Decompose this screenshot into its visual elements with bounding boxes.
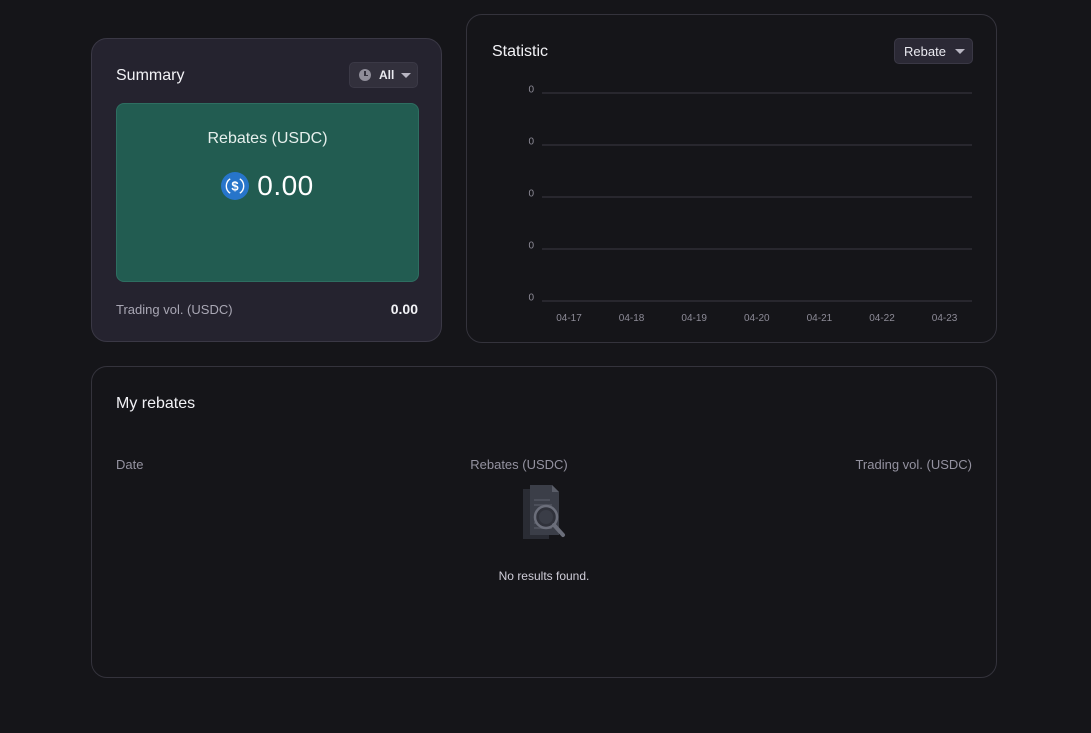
empty-state-text: No results found.: [498, 569, 590, 583]
statistic-chart: 0 0 0 0 0 04-17 04-18 04-19 04-20 04-21 04-22 04-23: [528, 85, 972, 324]
summary-title: Summary: [116, 67, 185, 84]
rebates-highlight-panel: Rebates (USDC) $ 0.00: [116, 103, 419, 282]
chart-y-tick-label: 0: [528, 293, 534, 304]
chart-x-tick-label: 04-23: [932, 313, 958, 324]
chart-y-tick-label: 0: [528, 85, 534, 96]
my-rebates-card: My rebates Date Rebates (USDC) Trading v…: [91, 366, 997, 678]
chart-x-tick-label: 04-22: [869, 313, 895, 324]
chart-x-tick-label: 04-19: [681, 313, 707, 324]
trading-volume-row: Trading vol. (USDC) 0.00: [116, 301, 418, 317]
rebates-amount: 0.00: [257, 170, 314, 201]
chevron-down-icon: [401, 72, 412, 78]
empty-state: No results found.: [92, 485, 996, 583]
svg-text:$: $: [232, 179, 240, 194]
statistic-card: Statistic Rebate 0 0 0 0 0 04-17 04-18 04-19 04-…: [466, 14, 997, 343]
chart-y-tick-label: 0: [528, 189, 534, 200]
my-rebates-title: My rebates: [116, 395, 196, 412]
chart-y-tick-label: 0: [528, 241, 534, 252]
trading-volume-label: Trading vol. (USDC): [116, 301, 233, 317]
document-search-icon: [523, 485, 565, 539]
chart-x-tick-label: 04-17: [556, 313, 582, 324]
period-dropdown[interactable]: All: [349, 62, 418, 88]
period-dropdown-label: All: [379, 68, 395, 82]
summary-card: Summary All Rebates (USDC) $ 0.00 Tradin…: [91, 38, 442, 342]
rebates-label: Rebates (USDC): [207, 130, 328, 147]
column-header-rebates: Rebates (USDC): [470, 457, 568, 472]
chart-x-tick-label: 04-20: [744, 313, 770, 324]
rebates-amount-row: $ 0.00: [117, 170, 418, 202]
chart-x-tick-label: 04-18: [619, 313, 645, 324]
rebates-page: Summary All Rebates (USDC) $ 0.00 Tradin…: [0, 0, 1091, 733]
chart-y-tick-label: 0: [528, 137, 534, 148]
trading-volume-value: 0.00: [390, 301, 418, 317]
column-header-trading-volume: Trading vol. (USDC): [855, 457, 972, 472]
clock-icon: [359, 69, 371, 81]
chart-x-tick-label: 04-21: [807, 313, 833, 324]
usdc-coin-icon: $: [221, 172, 250, 200]
